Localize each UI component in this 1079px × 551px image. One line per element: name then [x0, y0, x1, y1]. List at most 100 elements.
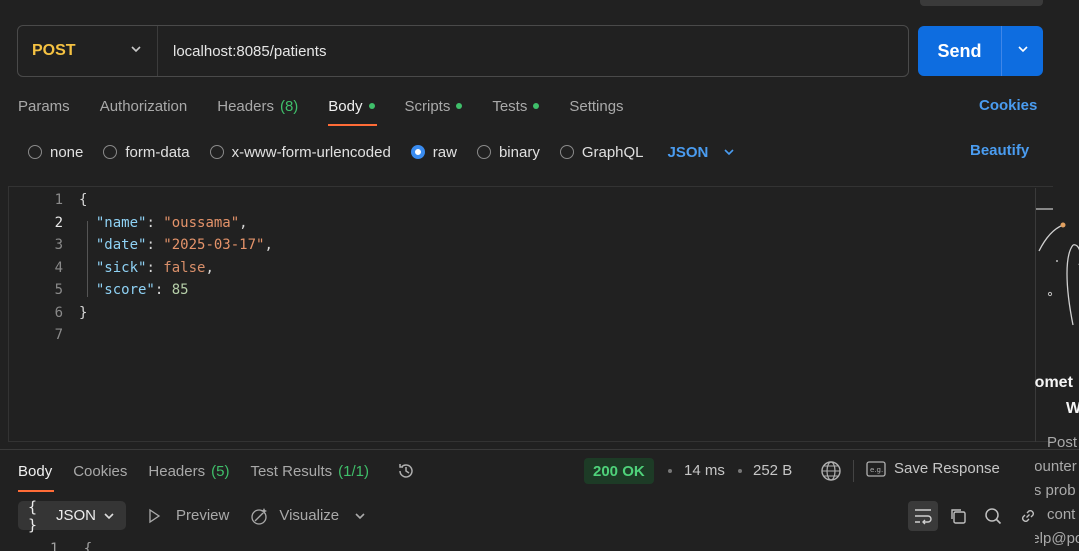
tab-response-cookies[interactable]: Cookies: [73, 460, 127, 482]
body-editor[interactable]: 1 2 3 4 5 6 7 { "name": "oussama", "date…: [8, 186, 1053, 442]
wrap-lines-button[interactable]: [908, 501, 938, 531]
code-line: }: [79, 302, 273, 325]
code-line: "date": "2025-03-17",: [95, 237, 273, 253]
code-line: {: [79, 189, 273, 212]
tab-label: Headers: [148, 462, 206, 480]
link-button[interactable]: [1013, 501, 1043, 531]
code-line: "name": "oussama",: [95, 214, 248, 231]
tab-label: Test Results: [250, 462, 333, 480]
tab-headers[interactable]: Headers (8): [217, 95, 298, 117]
tab-label: Scripts: [404, 97, 451, 115]
tab-settings[interactable]: Settings: [569, 95, 623, 117]
code-line: "sick": false,: [95, 259, 214, 276]
cookies-link[interactable]: Cookies: [979, 97, 1037, 114]
search-button[interactable]: [978, 501, 1008, 531]
radio-circle: [209, 145, 224, 159]
radio-graphql[interactable]: GraphQL: [559, 143, 644, 161]
side-panel: Somet W Post encounter this prob cont he…: [1035, 190, 1079, 551]
json-key: "date": [95, 237, 147, 253]
code-line: "score": 85: [95, 282, 189, 298]
side-panel-title: W: [1066, 400, 1079, 417]
response-tabs: Body Cookies Headers (5) Test Results (1/1…: [18, 460, 416, 492]
history-icon[interactable]: [396, 461, 416, 481]
tab-label: Body: [18, 462, 53, 480]
method-label: POST: [32, 42, 76, 59]
line-number: 3: [54, 237, 63, 253]
magic-icon: [249, 506, 277, 526]
response-divider[interactable]: [0, 449, 1079, 450]
json-comma: ,: [264, 237, 273, 253]
format-label: JSON: [667, 143, 709, 161]
url-input[interactable]: localhost:8085/patients: [158, 43, 326, 60]
save-response-button[interactable]: e.g. Save Response: [866, 460, 1000, 477]
send-button[interactable]: Send: [918, 26, 1002, 76]
play-icon: [146, 508, 170, 524]
json-value: false: [163, 259, 206, 276]
separator-dot: [738, 469, 742, 473]
status-dot: [533, 103, 540, 109]
side-panel-text: encounter: [1035, 458, 1077, 475]
radio-label: binary: [498, 143, 540, 161]
save-response-label: Save Response: [894, 460, 1000, 477]
tab-tests[interactable]: Tests: [492, 95, 540, 117]
method-select[interactable]: POST: [18, 26, 158, 76]
tab-scripts[interactable]: Scripts: [405, 95, 463, 117]
tab-test-results[interactable]: Test Results (1/1): [250, 460, 369, 482]
tab-label: Headers: [217, 97, 274, 115]
copy-button[interactable]: [943, 501, 973, 531]
tab-authorization[interactable]: Authorization: [100, 95, 188, 117]
radio-binary[interactable]: binary: [476, 143, 540, 161]
chevron-down-icon: [353, 509, 375, 523]
tab-body[interactable]: Body: [328, 95, 377, 126]
tab-label: Authorization: [99, 97, 188, 115]
chevron-down-icon: [722, 145, 736, 159]
braces-icon: { }: [28, 497, 38, 534]
format-select[interactable]: JSON: [668, 144, 737, 161]
tab-label: Params: [18, 97, 70, 115]
line-number: 6: [54, 304, 63, 321]
tab-response-body[interactable]: Body: [18, 460, 55, 492]
response-time[interactable]: 14 ms: [684, 462, 725, 479]
close-brace: }: [79, 304, 88, 321]
status-badge[interactable]: 200 OK: [584, 458, 654, 484]
side-panel-text: cont: [1047, 506, 1076, 523]
radio-label: GraphQL: [581, 143, 644, 161]
chevron-down-icon: [1016, 42, 1030, 61]
json-comma: ,: [239, 214, 248, 231]
svg-text:e.g.: e.g.: [870, 466, 883, 474]
side-panel-text: help@po: [1035, 530, 1079, 547]
tab-response-headers[interactable]: Headers (5): [148, 460, 229, 482]
radio-raw[interactable]: raw: [410, 143, 457, 161]
format-label: JSON: [55, 507, 96, 524]
radio-form-data[interactable]: form-data: [103, 144, 190, 161]
response-format-select[interactable]: { } JSON: [18, 498, 126, 534]
globe-icon[interactable]: [820, 460, 842, 487]
visualize-button[interactable]: Visualize: [249, 506, 339, 526]
tab-label: Body: [328, 97, 363, 115]
visualize-options-button[interactable]: [353, 509, 375, 523]
tab-label: Tests: [492, 97, 528, 115]
send-options-button[interactable]: [1002, 26, 1043, 76]
preview-label: Preview: [176, 507, 230, 524]
open-brace: {: [83, 541, 93, 551]
line-number: 1: [54, 192, 63, 208]
chevron-down-icon: [129, 42, 143, 61]
toolbar-divider: [853, 460, 854, 482]
radio-label: raw: [432, 143, 457, 161]
preview-button[interactable]: Preview: [146, 507, 229, 524]
tab-params[interactable]: Params: [18, 95, 70, 117]
wrap-icon: [913, 507, 933, 525]
response-size[interactable]: 252 B: [753, 462, 792, 479]
beautify-button[interactable]: Beautify: [970, 142, 1029, 159]
json-key: "sick": [95, 259, 147, 276]
radio-x-www-form-urlencoded[interactable]: x-www-form-urlencoded: [209, 144, 391, 161]
line-number: 5: [54, 282, 63, 298]
json-key: "name": [95, 214, 147, 231]
separator-dot: [668, 469, 672, 473]
json-comma: ,: [205, 259, 214, 276]
line-numbers: 1 2 3 4 5 6 7: [9, 189, 65, 347]
radio-none[interactable]: none: [28, 144, 83, 161]
search-icon: [984, 507, 1002, 525]
test-results-count: (1/1): [338, 462, 369, 480]
